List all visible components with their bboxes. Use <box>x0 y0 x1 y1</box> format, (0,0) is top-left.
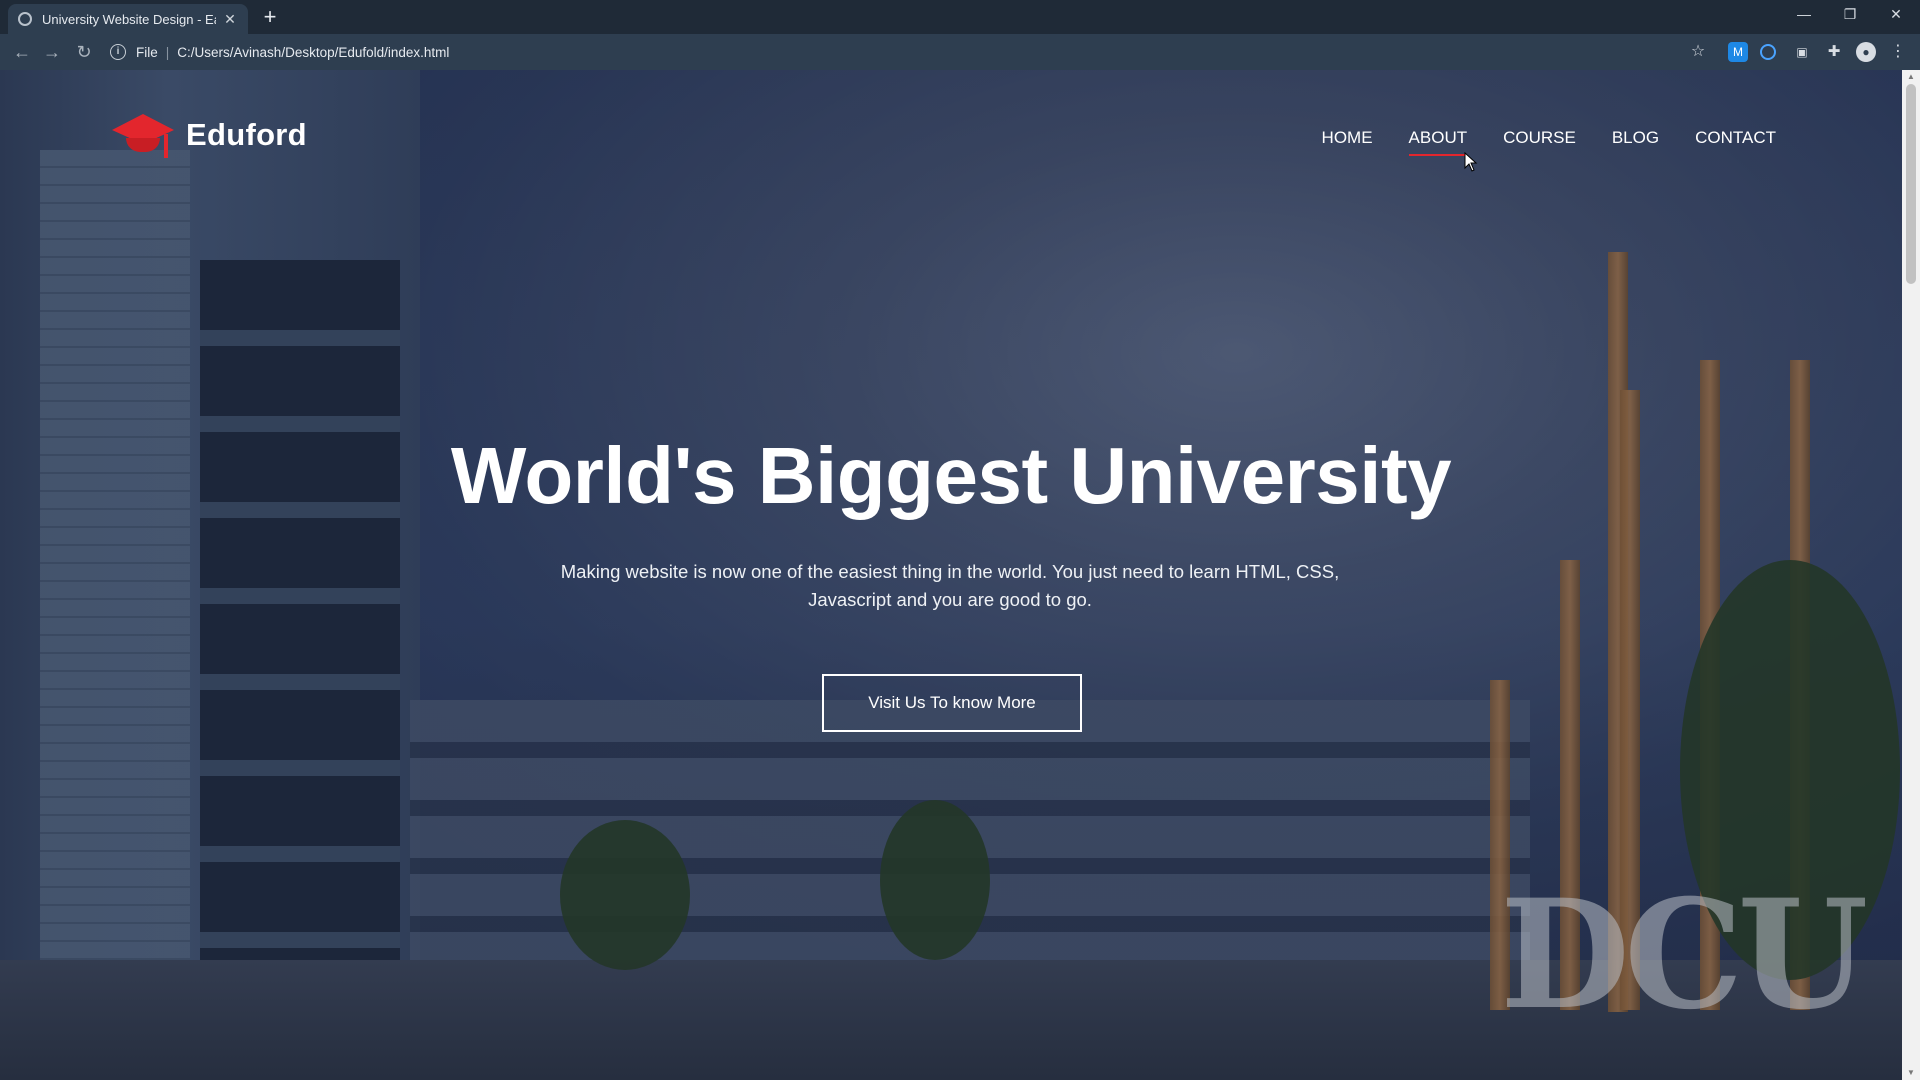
browser-tab[interactable]: University Website Design - Easy ✕ <box>8 4 248 34</box>
scrollbar-thumb[interactable] <box>1906 84 1916 284</box>
nav-blog[interactable]: BLOG <box>1612 128 1659 154</box>
scroll-down-icon[interactable]: ▼ <box>1902 1066 1920 1080</box>
brand-name: Eduford <box>186 117 307 152</box>
hero-text: Making website is now one of the easiest… <box>560 561 1340 610</box>
new-tab-button[interactable]: + <box>256 6 284 30</box>
avatar-icon[interactable]: ● <box>1856 42 1876 62</box>
tab-title: University Website Design - Easy <box>42 11 216 27</box>
address-separator: | <box>165 44 170 60</box>
puzzle-icon[interactable]: ✚ <box>1824 42 1844 62</box>
globe-icon <box>18 12 32 26</box>
address-path: C:/Users/Avinash/Desktop/Edufold/index.h… <box>177 44 450 60</box>
nav-course[interactable]: COURSE <box>1503 128 1576 154</box>
page-scrollbar[interactable]: ▲ ▼ <box>1902 70 1920 1080</box>
background-building-windows <box>200 260 400 1020</box>
background-tree <box>880 800 990 960</box>
address-scheme: File <box>136 44 158 60</box>
minimize-icon[interactable]: — <box>1781 0 1827 30</box>
dcu-sign: DCU <box>1500 867 1868 1043</box>
address-bar[interactable]: i File | C:/Users/Avinash/Desktop/Edufol… <box>110 39 1690 65</box>
kebab-menu-icon[interactable]: ⋮ <box>1888 42 1908 62</box>
arrow-left-icon[interactable]: ← <box>10 40 34 64</box>
main-nav: HOME ABOUT COURSE BLOG CONTACT <box>1286 128 1776 156</box>
site-logo[interactable]: Eduford <box>112 110 307 160</box>
nav-about[interactable]: ABOUT <box>1408 128 1467 156</box>
graduation-cap-icon <box>112 110 174 160</box>
extension-m-icon[interactable]: M <box>1728 42 1748 62</box>
restore-icon[interactable]: ❐ <box>1827 0 1873 30</box>
close-icon[interactable]: ✕ <box>222 11 238 28</box>
hero-title: World's Biggest University <box>450 431 1452 520</box>
info-icon[interactable]: i <box>110 44 126 60</box>
nav-contact[interactable]: CONTACT <box>1695 128 1776 154</box>
star-icon[interactable]: ☆ <box>1688 42 1708 62</box>
browser-toolbar: ← → ↻ i File | C:/Users/Avinash/Desktop/… <box>0 34 1920 70</box>
nav-home[interactable]: HOME <box>1322 128 1373 154</box>
window-close-icon[interactable]: ✕ <box>1873 0 1919 30</box>
scroll-up-icon[interactable]: ▲ <box>1902 70 1920 84</box>
camera-icon[interactable]: ▣ <box>1792 42 1812 62</box>
visit-us-button[interactable]: Visit Us To know More <box>822 674 1082 732</box>
reload-icon[interactable]: ↻ <box>72 40 96 64</box>
arrow-right-icon[interactable]: → <box>40 40 64 64</box>
browser-tab-strip: University Website Design - Easy ✕ + — ❐… <box>0 0 1920 34</box>
background-building-facade <box>40 150 190 1020</box>
extension-circle-icon[interactable] <box>1760 44 1776 60</box>
background-tree <box>560 820 690 970</box>
